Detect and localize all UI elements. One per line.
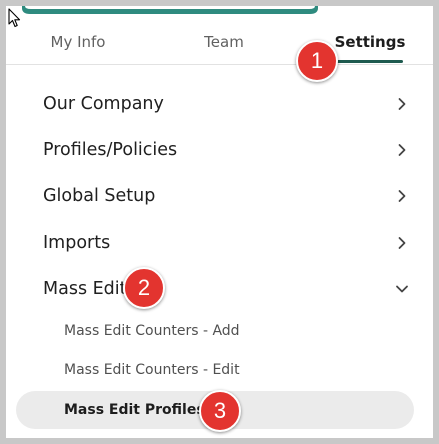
tab-my-info[interactable]: My Info: [28, 20, 128, 64]
menu-item-label: Our Company: [43, 94, 164, 114]
step-badge-1: 1: [296, 40, 338, 82]
menu-item-label: Global Setup: [43, 186, 156, 206]
chevron-right-icon: [398, 98, 406, 110]
chevron-down-icon: [396, 285, 408, 293]
menu-item-global-setup[interactable]: Global Setup: [6, 174, 433, 218]
submenu-item-mass-edit-counters-add[interactable]: Mass Edit Counters - Add: [6, 312, 433, 350]
menu-item-our-company[interactable]: Our Company: [6, 82, 433, 126]
menu-item-profiles-policies[interactable]: Profiles/Policies: [6, 128, 433, 172]
chevron-right-icon: [398, 144, 406, 156]
settings-panel: My Info Team Settings Our Company Profil…: [6, 6, 433, 438]
step-badge-3: 3: [199, 390, 241, 432]
submenu-item-label: Mass Edit Profiles: [64, 402, 205, 418]
chevron-right-icon: [398, 190, 406, 202]
menu-item-label: Mass Edit: [43, 279, 127, 299]
active-tab-indicator: [331, 60, 403, 63]
menu-item-imports[interactable]: Imports: [6, 221, 433, 265]
menu-item-label: Profiles/Policies: [43, 140, 178, 160]
mouse-cursor-icon: [8, 8, 21, 28]
menu-item-label: Imports: [43, 233, 111, 253]
menu-item-mass-edit[interactable]: Mass Edit: [6, 267, 433, 311]
submenu-item-label: Mass Edit Counters - Edit: [64, 362, 240, 378]
submenu-item-label: Mass Edit Counters - Add: [64, 323, 240, 339]
submenu-item-mass-edit-counters-edit[interactable]: Mass Edit Counters - Edit: [6, 351, 433, 389]
chevron-right-icon: [398, 237, 406, 249]
tab-bar: My Info Team Settings: [6, 20, 433, 65]
tab-team[interactable]: Team: [174, 20, 274, 64]
step-badge-2: 2: [123, 267, 165, 309]
top-accent-bar: [22, 6, 318, 14]
